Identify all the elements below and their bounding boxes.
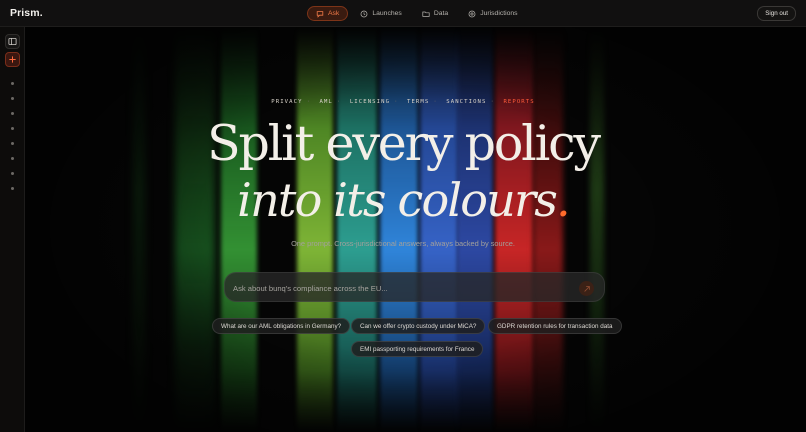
hero-heading-line1: Split every policy — [207, 115, 601, 172]
nav-data-label: Data — [433, 10, 449, 17]
nav-ask[interactable]: Ask — [307, 6, 349, 21]
suggestion-chip[interactable]: EMI passporting requirements for France — [351, 341, 484, 357]
sign-out-button[interactable]: Sign out — [757, 6, 796, 21]
globe-icon — [468, 10, 476, 17]
suggestion-chip[interactable]: GDPR retention rules for transaction dat… — [488, 318, 622, 334]
clock-icon — [360, 10, 368, 17]
nav-jurisdictions-label: Jurisdictions — [480, 10, 518, 17]
arrow-icon — [583, 285, 590, 292]
nav-jurisdictions[interactable]: Jurisdictions — [460, 6, 525, 21]
brand-logo[interactable]: Prism. — [10, 7, 43, 19]
nav-data[interactable]: Data — [414, 6, 456, 21]
chat-icon — [316, 10, 324, 18]
hero-subtitle: One prompt. Cross-jurisdictional answers… — [291, 239, 515, 248]
nav-launches-label: Launches — [372, 10, 402, 17]
nav-launches[interactable]: Launches — [352, 6, 409, 21]
hero-heading-line2: into its colours. — [237, 173, 570, 227]
category-tags: PRIVACY · AML · LICENSING · TERMS · SANCTION… — [271, 99, 535, 105]
nav-ask-label: Ask — [328, 10, 340, 17]
ask-input[interactable] — [233, 281, 563, 295]
tag-reports: REPORTS — [503, 99, 535, 105]
history-item[interactable] — [11, 82, 14, 85]
main-nav: Ask Launches Data Jurisdictions — [307, 6, 530, 21]
sidebar-toggle-button[interactable] — [5, 34, 20, 49]
plus-icon — [9, 56, 16, 63]
send-button[interactable] — [579, 281, 594, 296]
tag-licensing: LICENSING — [349, 99, 391, 105]
tag-aml: AML — [319, 99, 333, 105]
suggestion-chip[interactable]: Can we offer crypto custody under MiCA? — [351, 318, 486, 334]
tag-terms: TERMS — [407, 99, 430, 105]
folder-icon — [422, 11, 430, 17]
top-bar: Prism. Ask Launches Data Jurisdictions S… — [0, 0, 806, 27]
panel-icon — [8, 37, 17, 46]
suggestion-chip[interactable]: What are our AML obligations in Germany? — [212, 318, 351, 334]
tag-sanctions: SANCTIONS — [446, 99, 487, 105]
tag-privacy: PRIVACY — [271, 99, 303, 105]
ask-box — [224, 272, 605, 302]
new-chat-button[interactable] — [5, 52, 20, 67]
